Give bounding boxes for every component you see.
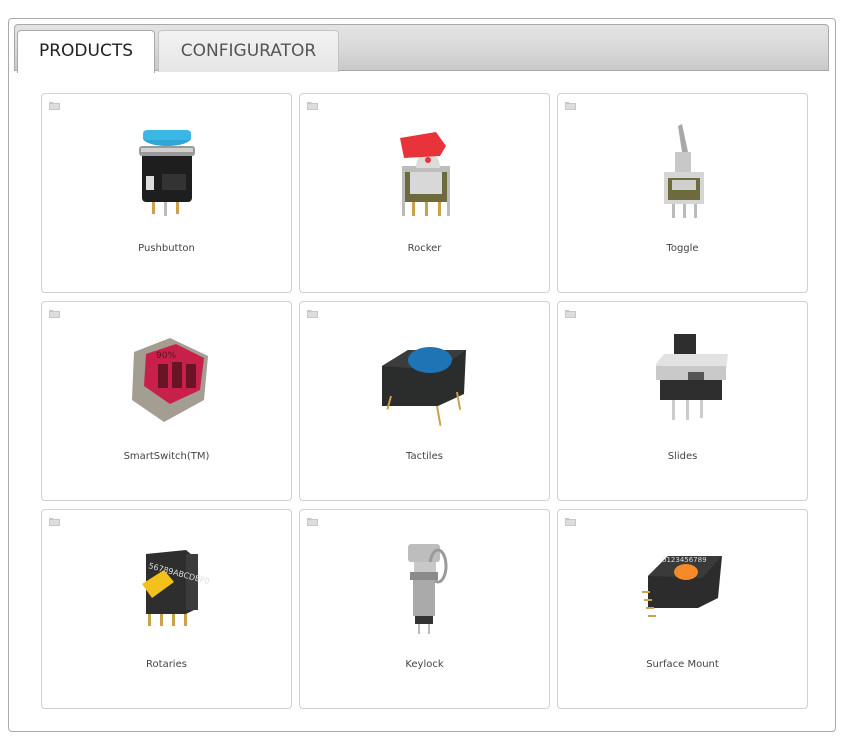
toggle-switch-image — [663, 124, 704, 218]
tab-bar: PRODUCTS CONFIGURATOR — [14, 24, 829, 73]
product-label: Slides — [667, 451, 698, 462]
product-label: Tactiles — [406, 451, 443, 462]
tab-configurator[interactable]: CONFIGURATOR — [158, 30, 339, 72]
surface-mount-switch-image: 0123456789 — [641, 556, 722, 617]
folder-icon — [49, 102, 60, 110]
product-card-keylock[interactable]: Keylock — [299, 509, 550, 709]
product-label: Surface Mount — [646, 659, 719, 670]
product-label: Pushbutton — [138, 243, 195, 254]
rocker-switch-image — [399, 132, 450, 216]
smartswitch-display-text: 90% — [156, 351, 176, 361]
product-label: Rotaries — [146, 659, 187, 670]
product-label: Toggle — [666, 243, 699, 254]
product-card-toggle[interactable]: Toggle — [557, 93, 808, 293]
folder-icon — [565, 518, 576, 526]
tactile-switch-image — [381, 347, 466, 426]
folder-icon — [307, 310, 318, 318]
smd-dial-text: 0123456789 — [662, 556, 707, 564]
products-panel: PRODUCTS CONFIGURATOR Pushbutton Rocker … — [8, 18, 836, 732]
product-label: SmartSwitch(TM) — [123, 451, 210, 462]
product-card-pushbutton[interactable]: Pushbutton — [41, 93, 292, 293]
product-card-rocker[interactable]: Rocker — [299, 93, 550, 293]
folder-icon — [307, 102, 318, 110]
folder-icon — [565, 310, 576, 318]
product-card-tactiles[interactable]: Tactiles — [299, 301, 550, 501]
product-card-rotaries[interactable]: 56789ABCDEF0 Rotaries — [41, 509, 292, 709]
product-label: Rocker — [407, 243, 442, 254]
folder-icon — [565, 102, 576, 110]
product-card-slides[interactable]: Slides — [557, 301, 808, 501]
product-card-smartswitch[interactable]: 90% SmartSwitch(TM) — [41, 301, 292, 501]
tab-products[interactable]: PRODUCTS — [17, 30, 155, 73]
product-label: Keylock — [405, 659, 444, 670]
smartswitch-image: 90% — [131, 338, 208, 422]
keylock-switch-image — [407, 544, 447, 634]
folder-icon — [49, 310, 60, 318]
folder-icon — [49, 518, 60, 526]
slide-switch-image — [655, 334, 728, 420]
rotary-switch-image: 56789ABCDEF0 — [141, 550, 210, 626]
pushbutton-switch-image — [138, 130, 195, 216]
folder-icon — [307, 518, 318, 526]
product-card-surface-mount[interactable]: 0123456789 Surface Mount — [557, 509, 808, 709]
